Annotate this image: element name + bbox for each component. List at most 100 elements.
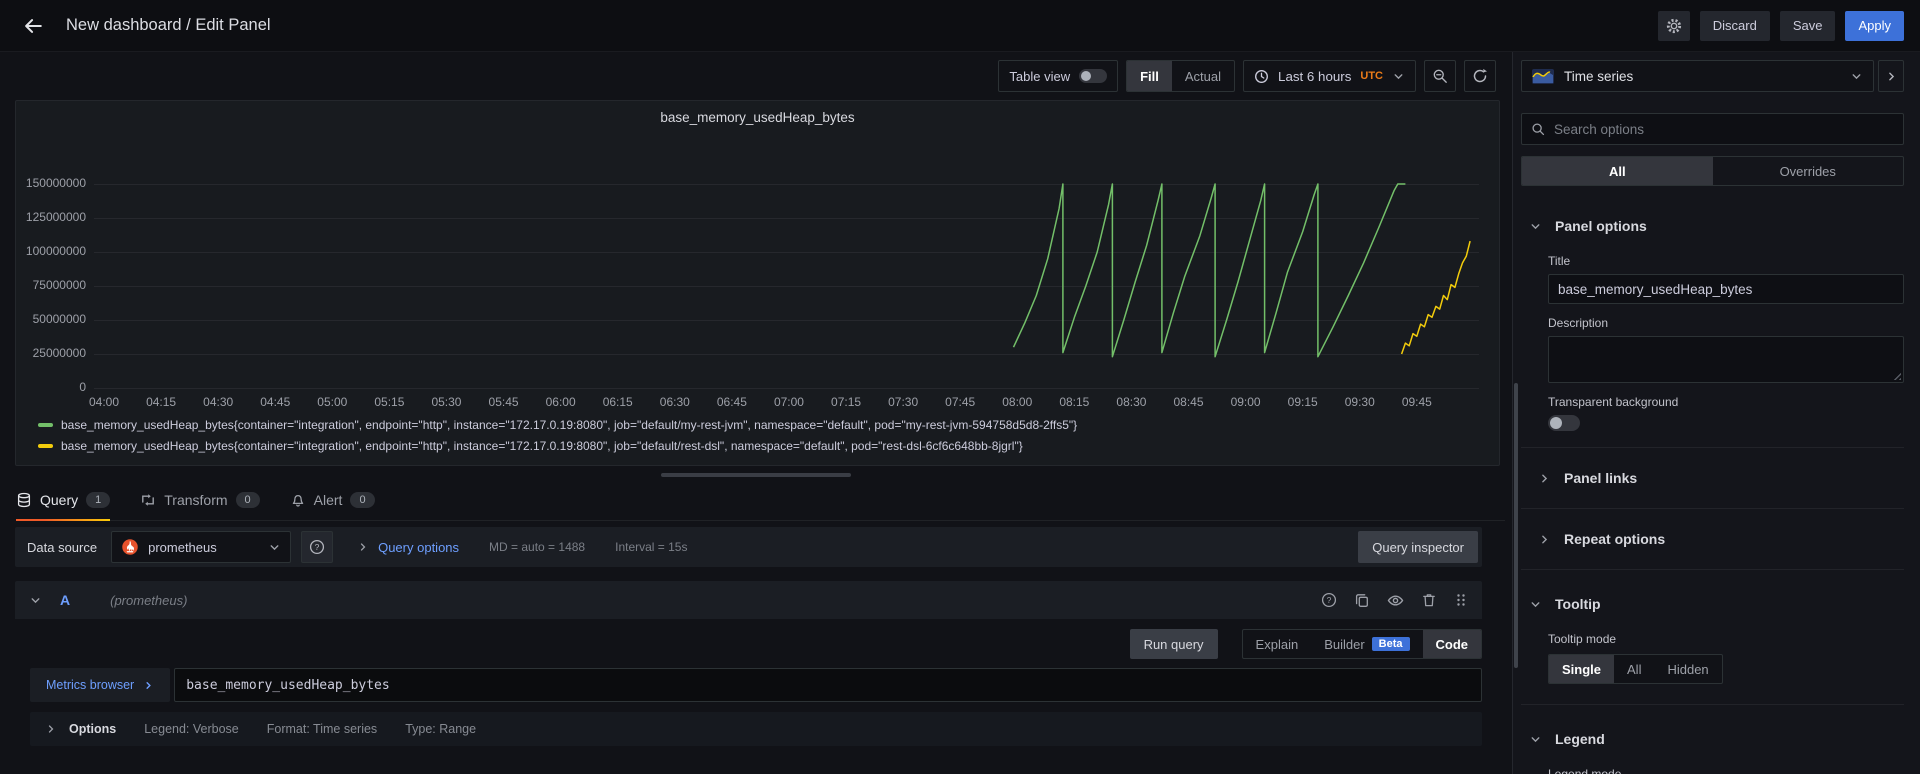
transform-icon xyxy=(140,492,156,508)
metrics-browser-label: Metrics browser xyxy=(46,678,134,692)
legend-item[interactable]: base_memory_usedHeap_bytes{container="in… xyxy=(38,414,1077,435)
tooltip-mode-hidden[interactable]: Hidden xyxy=(1654,655,1721,683)
chevron-down-icon xyxy=(1529,733,1542,746)
tab-query[interactable]: Query 1 xyxy=(16,479,110,520)
help-circle-icon: ? xyxy=(309,539,325,555)
datasource-picker[interactable]: prometheus xyxy=(111,531,291,563)
section-legend[interactable]: Legend xyxy=(1521,721,1904,755)
chart-panel: base_memory_usedHeap_bytes 0250000005000… xyxy=(15,100,1500,466)
chart-plot[interactable]: 0250000005000000075000000100000000125000… xyxy=(16,101,1499,465)
bell-icon xyxy=(290,492,306,508)
panel-resize-handle[interactable] xyxy=(661,473,851,477)
eye-icon[interactable] xyxy=(1387,592,1404,609)
refresh-icon xyxy=(1472,68,1488,84)
transparent-background-toggle[interactable] xyxy=(1548,415,1580,431)
chevron-right-icon xyxy=(357,541,369,553)
tooltip-mode-label: Tooltip mode xyxy=(1548,632,1904,646)
trash-icon[interactable] xyxy=(1421,592,1437,608)
top-bar: New dashboard / Edit Panel Discard Save … xyxy=(0,0,1920,52)
refresh-button[interactable] xyxy=(1464,60,1496,92)
beta-badge: Beta xyxy=(1372,637,1410,651)
back-button[interactable] xyxy=(16,9,50,43)
search-options-row xyxy=(1513,100,1920,156)
series-lines xyxy=(16,101,1501,401)
table-view-label: Table view xyxy=(1009,69,1070,84)
repeat-options-label: Repeat options xyxy=(1564,531,1665,547)
search-options-field[interactable] xyxy=(1521,113,1904,145)
main-column: Table view Fill Actual Last 6 hours UTC xyxy=(0,52,1512,774)
options-toggle[interactable]: Options xyxy=(45,722,116,736)
section-panel-links[interactable]: Panel links xyxy=(1521,464,1904,492)
query-ref-id: A xyxy=(60,592,70,608)
datasource-bar: Data source prometheus ? xyxy=(15,527,1482,567)
duplicate-icon[interactable] xyxy=(1354,592,1370,608)
datasource-help-button[interactable]: ? xyxy=(301,531,333,563)
query-options-summary: Options Legend: Verbose Format: Time ser… xyxy=(30,712,1482,746)
tab-overrides[interactable]: Overrides xyxy=(1713,157,1904,185)
panel-settings-button[interactable] xyxy=(1658,11,1690,41)
fill-option[interactable]: Fill xyxy=(1127,61,1172,91)
query-datasource-hint: (prometheus) xyxy=(110,593,187,608)
chevron-down-icon xyxy=(1529,220,1542,233)
section-tooltip-label: Tooltip xyxy=(1555,596,1601,612)
tab-all[interactable]: All xyxy=(1522,157,1713,185)
tooltip-mode-all[interactable]: All xyxy=(1614,655,1654,683)
zoom-out-button[interactable] xyxy=(1424,60,1456,92)
query-row-header[interactable]: A (prometheus) ? xyxy=(15,581,1482,619)
query-inspector-button[interactable]: Query inspector xyxy=(1358,531,1478,563)
viz-toolbar: Table view Fill Actual Last 6 hours UTC xyxy=(0,52,1512,100)
transparent-background-label: Transparent background xyxy=(1548,395,1904,409)
run-query-button[interactable]: Run query xyxy=(1130,629,1218,659)
tab-alert[interactable]: Alert 0 xyxy=(290,479,375,520)
panel-title-input[interactable] xyxy=(1548,274,1904,304)
collapse-pane-button[interactable] xyxy=(1878,60,1904,92)
chevron-right-icon xyxy=(1538,472,1551,485)
tab-query-label: Query xyxy=(40,492,78,508)
tab-alert-count: 0 xyxy=(350,492,374,508)
chevron-right-icon xyxy=(1538,533,1551,546)
clock-icon xyxy=(1254,69,1269,84)
discard-button[interactable]: Discard xyxy=(1700,11,1770,41)
interval: Interval = 15s xyxy=(615,540,687,554)
actual-option[interactable]: Actual xyxy=(1172,61,1234,91)
save-button[interactable]: Save xyxy=(1780,11,1836,41)
tooltip-mode-single[interactable]: Single xyxy=(1549,655,1614,683)
section-tooltip[interactable]: Tooltip xyxy=(1521,586,1904,620)
query-options-toggle[interactable]: Query options xyxy=(357,540,459,555)
help-circle-icon[interactable]: ? xyxy=(1321,592,1337,608)
legend-mode-label: Legend mode xyxy=(1548,767,1904,774)
section-panel-options[interactable]: Panel options xyxy=(1521,208,1904,242)
datasource-label: Data source xyxy=(27,540,97,555)
visualization-picker[interactable]: Time series xyxy=(1521,60,1874,92)
breadcrumb: New dashboard / Edit Panel xyxy=(66,16,271,35)
section-legend-label: Legend xyxy=(1555,731,1605,747)
section-repeat-options[interactable]: Repeat options xyxy=(1521,525,1904,553)
panel-description-textarea[interactable] xyxy=(1548,336,1904,383)
timezone-label: UTC xyxy=(1360,70,1383,82)
options-scrollbar[interactable] xyxy=(1514,383,1518,668)
query-actions-row: Run query Explain Builder Beta Code xyxy=(15,629,1482,659)
drag-handle-icon[interactable] xyxy=(1454,592,1468,608)
apply-button[interactable]: Apply xyxy=(1845,11,1904,41)
legend-item[interactable]: base_memory_usedHeap_bytes{container="in… xyxy=(38,435,1077,456)
search-options-input[interactable] xyxy=(1554,122,1894,137)
mode-explain[interactable]: Explain xyxy=(1243,630,1312,658)
mode-code[interactable]: Code xyxy=(1423,630,1482,658)
metrics-browser-button[interactable]: Metrics browser xyxy=(30,668,170,702)
options-format: Format: Time series xyxy=(267,722,377,736)
editor-tabs: Query 1 Transform 0 Alert 0 xyxy=(16,479,1505,521)
divider xyxy=(1521,508,1904,509)
legend-label: base_memory_usedHeap_bytes{container="in… xyxy=(61,418,1077,432)
tab-transform-label: Transform xyxy=(164,492,227,508)
divider xyxy=(1521,704,1904,705)
mode-builder[interactable]: Builder Beta xyxy=(1311,630,1422,658)
promql-expression-input[interactable] xyxy=(174,668,1482,702)
editor-mode-group: Explain Builder Beta Code xyxy=(1242,629,1482,659)
chevron-down-icon xyxy=(1392,70,1405,83)
max-data-points: MD = auto = 1488 xyxy=(489,540,585,554)
section-panel-options-label: Panel options xyxy=(1555,218,1647,234)
content: Table view Fill Actual Last 6 hours UTC xyxy=(0,52,1920,774)
table-view-toggle[interactable] xyxy=(1079,69,1107,83)
time-range-picker[interactable]: Last 6 hours UTC xyxy=(1243,60,1416,92)
tab-transform[interactable]: Transform 0 xyxy=(140,479,259,520)
